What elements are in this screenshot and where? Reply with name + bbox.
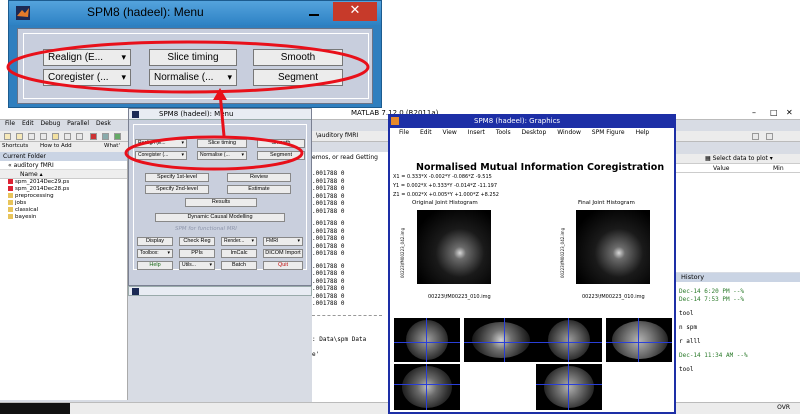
highlight-ellipse-large xyxy=(6,40,370,94)
annotation-overlay xyxy=(6,40,370,171)
highlight-ellipse-small xyxy=(124,135,304,171)
arrow-head-icon xyxy=(213,88,227,100)
